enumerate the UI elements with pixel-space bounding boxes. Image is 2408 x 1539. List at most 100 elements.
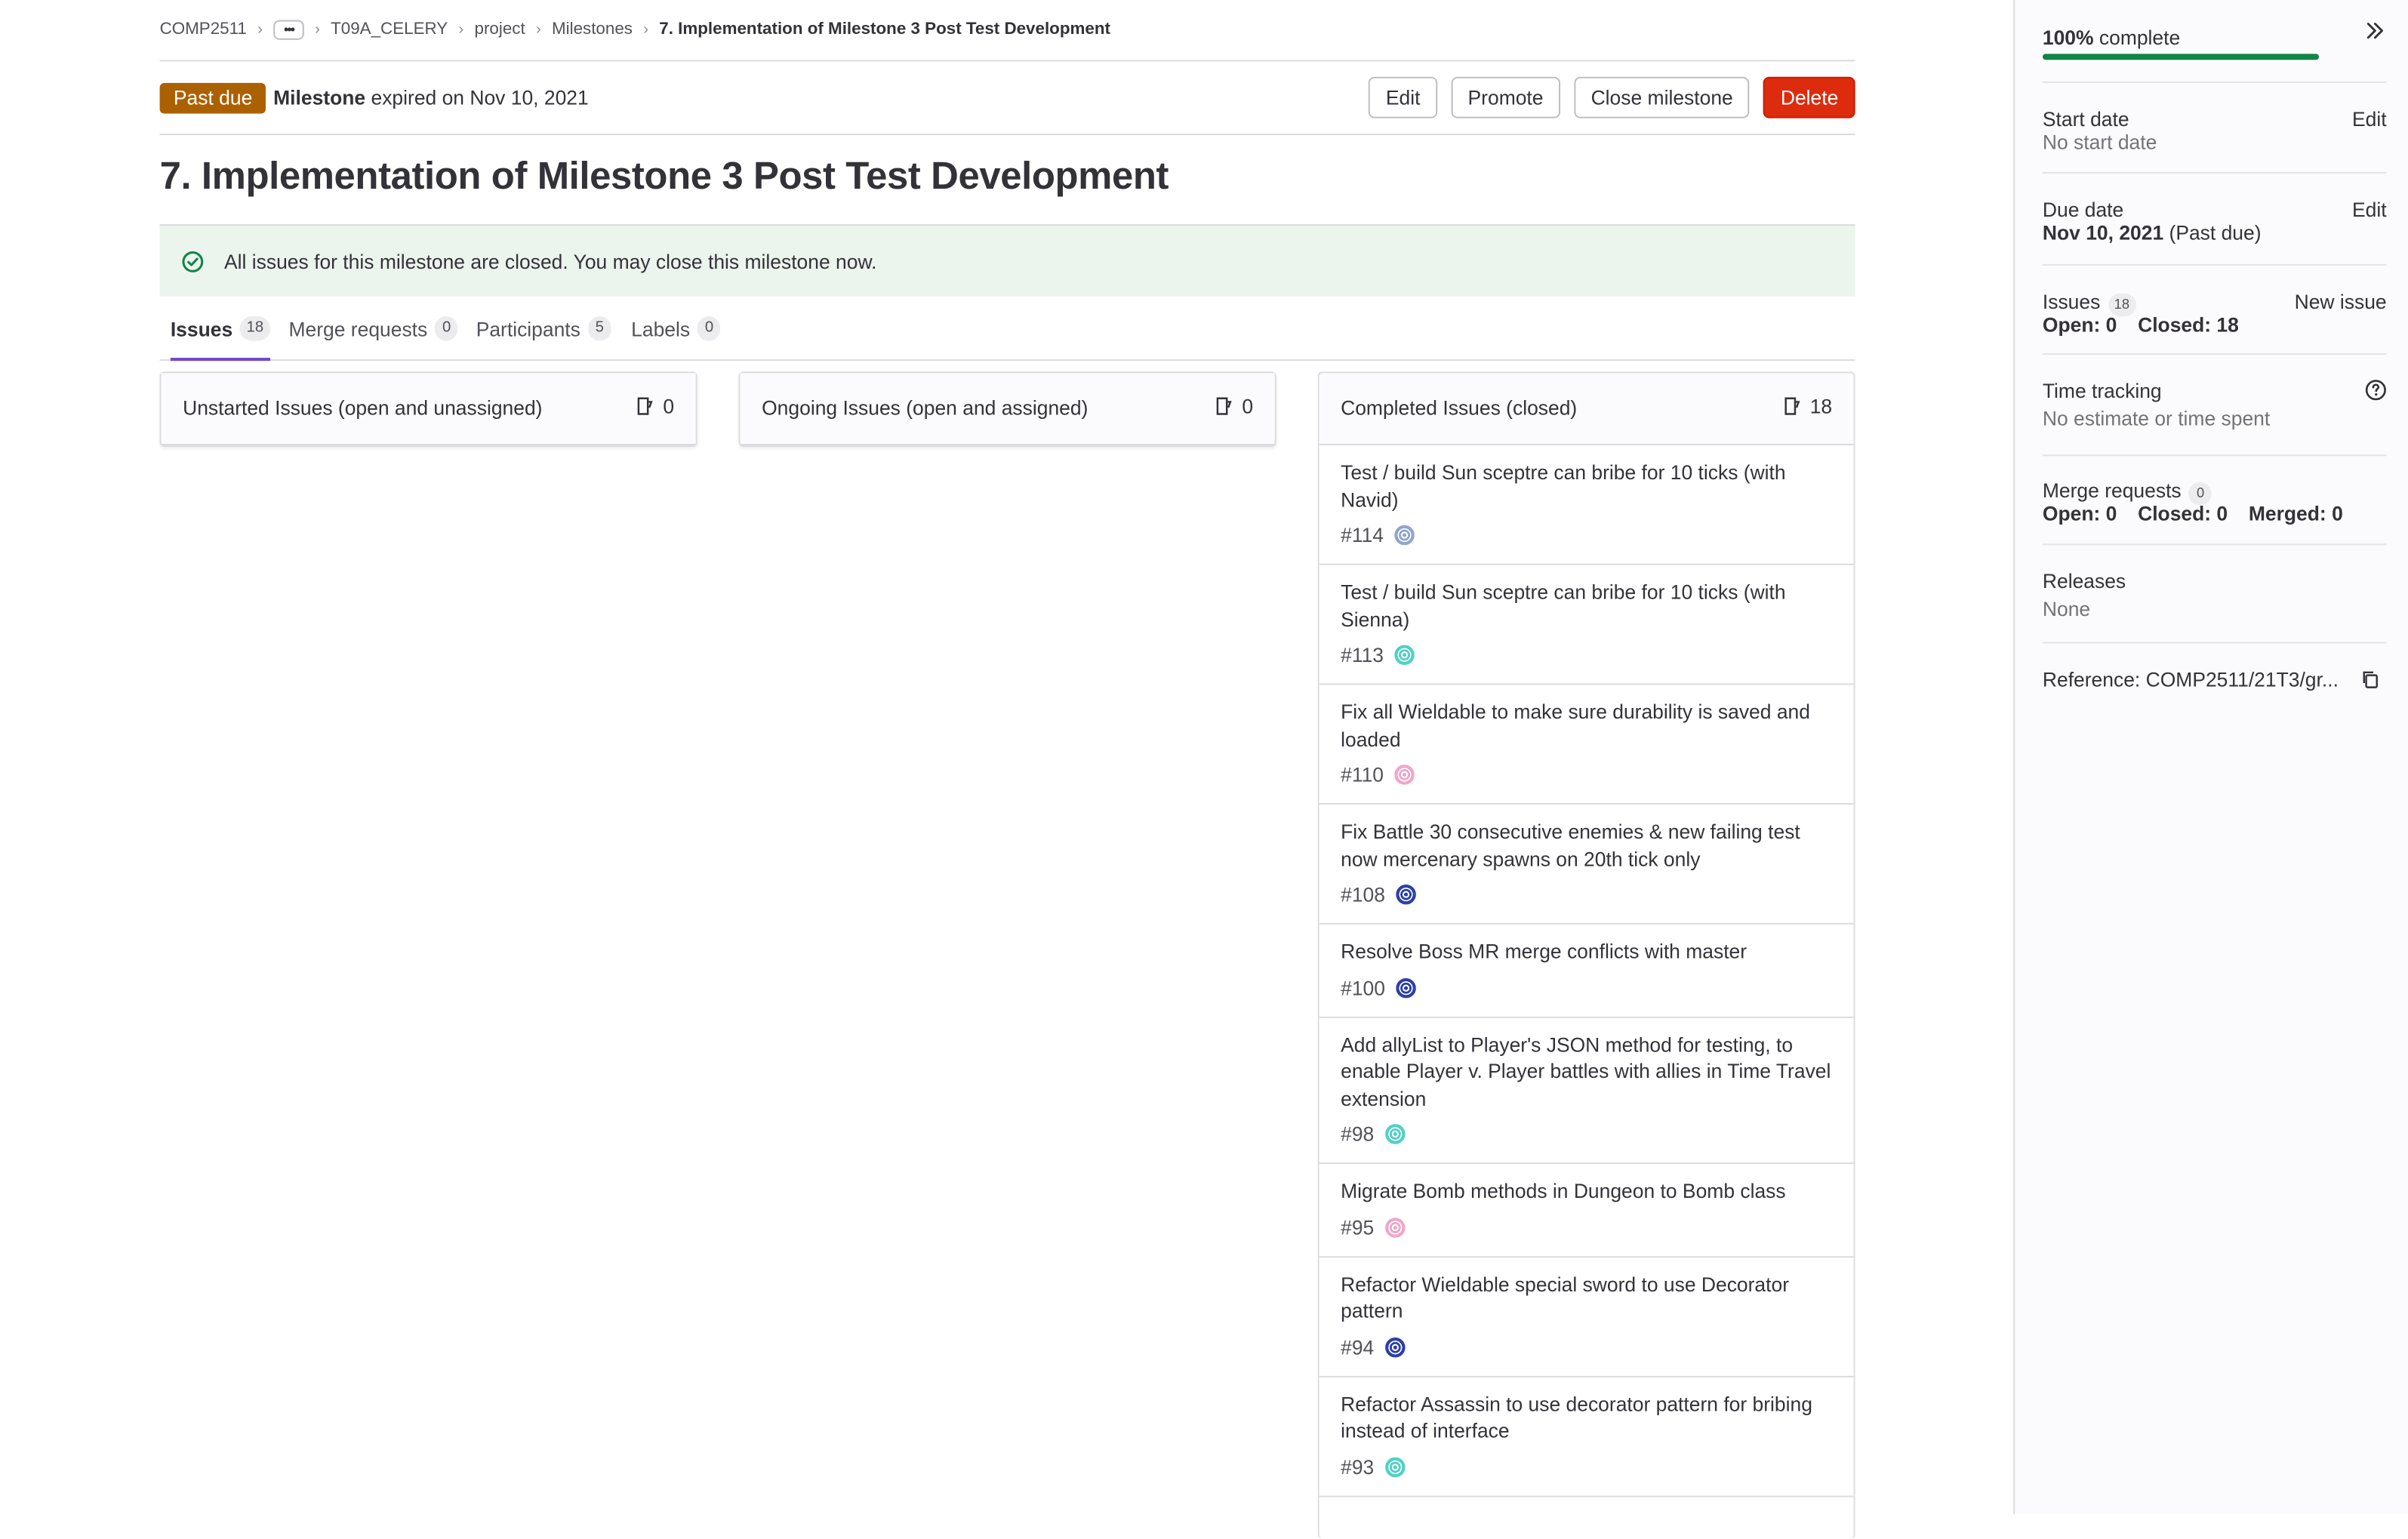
due-date-value: Nov 10, 2021	[2042, 220, 2164, 245]
issue-title[interactable]: Refactor Wieldable special sword to use …	[1341, 1271, 1832, 1325]
delete-button[interactable]: Delete	[1763, 76, 1855, 119]
tab-label: Labels	[631, 317, 691, 340]
avatar[interactable]	[1396, 977, 1416, 998]
column-count: 0	[1213, 395, 1253, 417]
issue-card[interactable]: Migrate Bomb methods in Dungeon to Bomb …	[1319, 1164, 1854, 1257]
breadcrumb-current[interactable]: 7. Implementation of Milestone 3 Post Te…	[659, 20, 1110, 38]
issue-title[interactable]: Test / build Sun sceptre can bribe for 1…	[1341, 459, 1832, 512]
breadcrumb-item-subgroup[interactable]: T09A_CELERY	[331, 20, 448, 38]
avatar[interactable]	[1384, 1456, 1405, 1477]
issue-card[interactable]: Fix Battle 30 consecutive enemies & new …	[1319, 805, 1854, 925]
mr-closed[interactable]: Closed: 0	[2138, 502, 2228, 525]
milestone-header: Past due Milestone expired on Nov 10, 20…	[159, 76, 1855, 120]
issue-title[interactable]: Fix all Wieldable to make sure durabilit…	[1341, 699, 1832, 753]
issue-title[interactable]: Fix Battle 30 consecutive enemies & new …	[1341, 818, 1832, 872]
chevron-right-icon: ›	[257, 20, 263, 38]
edit-button[interactable]: Edit	[1369, 76, 1437, 119]
due-date-value-row: Nov 10, 2021 (Past due)	[2043, 221, 2262, 245]
avatar[interactable]	[1394, 525, 1415, 546]
avatar[interactable]	[1384, 1337, 1405, 1357]
column-title: Unstarted Issues (open and unassigned)	[183, 396, 543, 420]
issue-card[interactable]: Fix all Wieldable to make sure durabilit…	[1319, 685, 1854, 805]
tab-count: 0	[435, 316, 458, 341]
tab-issues[interactable]: Issues 18	[170, 298, 270, 362]
expired-text: Milestone expired on Nov 10, 2021	[273, 86, 589, 109]
progress-bar	[2042, 54, 2320, 60]
new-issue-link[interactable]: New issue	[2295, 291, 2387, 314]
mr-open[interactable]: Open: 0	[2043, 502, 2117, 525]
progress-suffix: complete	[2093, 26, 2181, 50]
header-actions: Edit Promote Close milestone Delete	[1369, 76, 1855, 119]
issue-title[interactable]: Test / build Sun sceptre can bribe for 1…	[1341, 579, 1832, 633]
milestone-word: Milestone	[273, 85, 366, 109]
issue-ref: #93	[1341, 1454, 1375, 1479]
due-date-edit-link[interactable]: Edit	[2352, 198, 2387, 221]
page-title: 7. Implementation of Milestone 3 Post Te…	[159, 155, 1169, 199]
question-circle-icon[interactable]	[2365, 380, 2386, 401]
progress-fill	[2042, 54, 2320, 60]
column-header: Ongoing Issues (open and assigned) 0	[740, 373, 1275, 446]
issue-ref: #100	[1341, 975, 1385, 999]
divider	[159, 60, 1855, 62]
issue-card[interactable]: Refactor Assassin to use decorator patte…	[1319, 1377, 1854, 1497]
issues-stats: Open: 0 Closed: 18	[2043, 313, 2239, 337]
due-date-note: (Past due)	[2163, 220, 2262, 245]
issue-card[interactable]: Test / build Sun sceptre can bribe for 1…	[1319, 445, 1854, 565]
issue-ref: #110	[1341, 763, 1384, 786]
issues-closed[interactable]: Closed: 18	[2138, 313, 2239, 337]
column-count: 0	[634, 394, 675, 418]
copy-icon[interactable]	[2360, 669, 2380, 689]
start-date-edit-link[interactable]: Edit	[2352, 107, 2387, 131]
mr-merged[interactable]: Merged: 0	[2249, 502, 2343, 525]
issue-card[interactable]: Test / build Sun sceptre can bribe for 1…	[1319, 565, 1854, 685]
breadcrumb-item-group[interactable]: COMP2511	[160, 20, 247, 38]
issues-icon	[1216, 397, 1232, 415]
milestone-sidebar: 100% complete Start date Edit No start d…	[2013, 0, 2408, 1515]
progress-label: 100% complete	[2043, 26, 2180, 50]
collapse-sidebar-icon[interactable]	[2363, 20, 2385, 41]
issue-ref: #108	[1341, 882, 1385, 906]
tab-labels[interactable]: Labels 0	[631, 298, 721, 359]
issue-title[interactable]: Resolve Boss MR merge conflicts with mas…	[1341, 938, 1832, 965]
check-circle-icon	[182, 251, 204, 272]
breadcrumb-item-project[interactable]: project	[475, 20, 525, 38]
releases-value: None	[2042, 597, 2091, 620]
issue-card[interactable]: Refactor Wieldable special sword to use …	[1319, 1257, 1854, 1377]
reference-text: Reference: COMP2511/21T3/gr...	[2042, 668, 2339, 691]
merge-requests-label: Merge requests	[2042, 479, 2182, 503]
issue-title[interactable]: Refactor Assassin to use decorator patte…	[1341, 1390, 1832, 1444]
ellipsis-icon[interactable]: •••	[273, 19, 304, 39]
milestone-tabs: Issues 18 Merge requests 0 Participants 5 L…	[159, 298, 1855, 362]
alert-message: All issues for this milestone are closed…	[224, 250, 877, 274]
close-milestone-button[interactable]: Close milestone	[1574, 76, 1751, 119]
avatar[interactable]	[1394, 765, 1415, 785]
merge-requests-section: Merge requests 0 Open: 0 Closed: 0 Merged…	[2042, 454, 2387, 543]
issue-card[interactable]: Resolve Boss MR merge conflicts with mas…	[1319, 925, 1854, 1017]
issues-section: Issues 18 New issue Open: 0 Closed: 18	[2042, 263, 2387, 353]
breadcrumb-item-milestones[interactable]: Milestones	[552, 20, 633, 38]
avatar[interactable]	[1394, 645, 1415, 665]
issue-title[interactable]: Migrate Bomb methods in Dungeon to Bomb …	[1341, 1177, 1832, 1205]
divider	[159, 134, 1855, 136]
tab-count: 0	[697, 316, 721, 341]
avatar[interactable]	[1396, 884, 1416, 905]
merge-requests-label-row: Merge requests 0	[2043, 479, 2212, 506]
issue-ref: #94	[1341, 1334, 1375, 1359]
merge-requests-stats: Open: 0 Closed: 0 Merged: 0	[2043, 502, 2343, 525]
avatar[interactable]	[1384, 1217, 1405, 1237]
issue-card[interactable]: Add allyList to Player's JSON method for…	[1319, 1017, 1854, 1165]
column-ongoing: Ongoing Issues (open and assigned) 0	[738, 371, 1276, 448]
issues-label: Issues	[2042, 290, 2101, 314]
start-date-label: Start date	[2042, 107, 2129, 131]
issue-title[interactable]: Add allyList to Player's JSON method for…	[1341, 1031, 1832, 1112]
column-count-value: 0	[663, 394, 675, 418]
tab-count: 18	[240, 316, 270, 341]
column-completed: Completed Issues (closed) 18 Test / buil…	[1317, 371, 1855, 1539]
issues-open[interactable]: Open: 0	[2043, 313, 2117, 337]
promote-button[interactable]: Promote	[1451, 76, 1560, 119]
issue-ref: #95	[1341, 1215, 1375, 1239]
avatar[interactable]	[1384, 1124, 1405, 1144]
start-date-section: Start date Edit No start date	[2042, 81, 2387, 174]
tab-participants[interactable]: Participants 5	[476, 298, 611, 359]
tab-merge-requests[interactable]: Merge requests 0	[288, 298, 458, 359]
